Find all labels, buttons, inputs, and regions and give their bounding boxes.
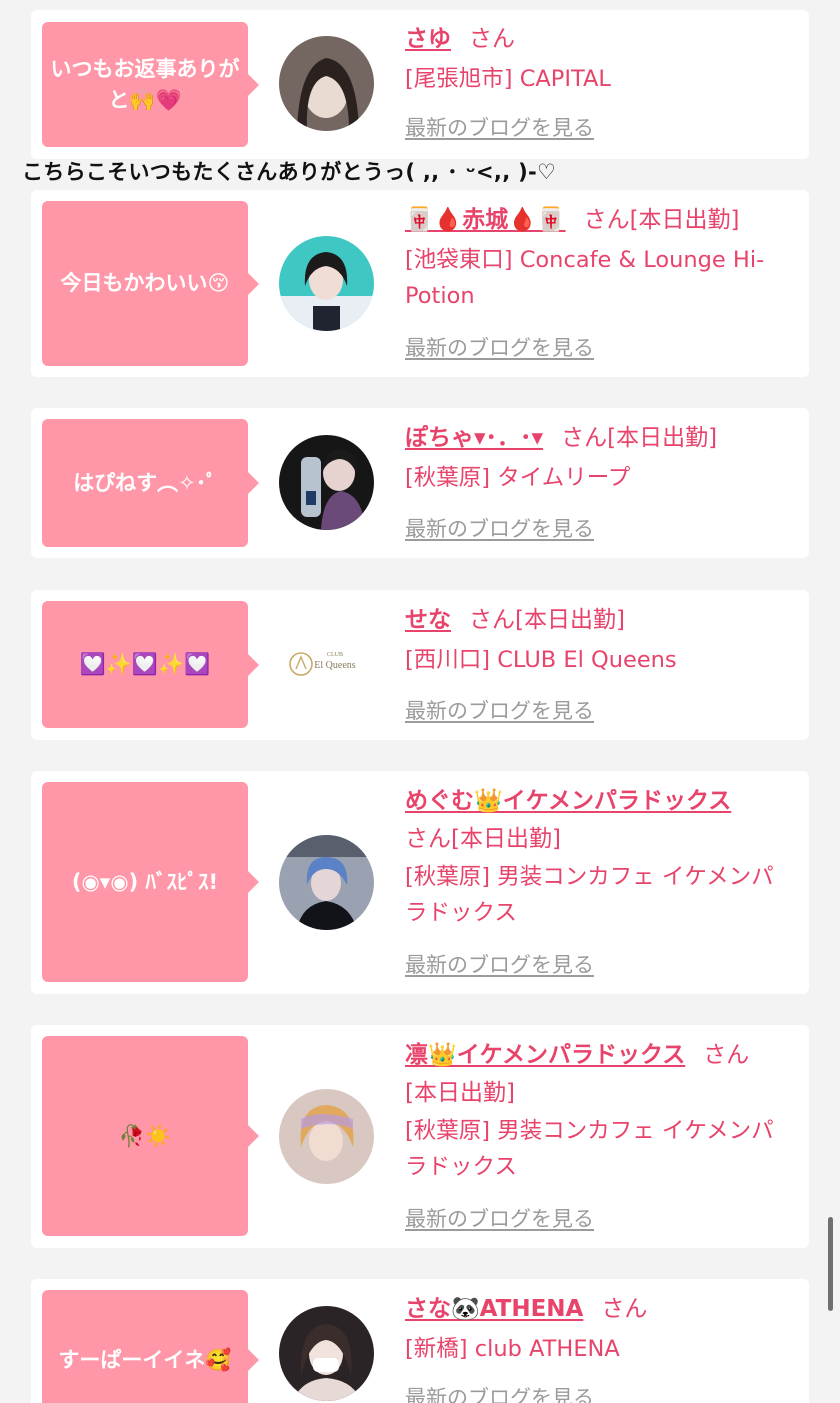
card-info: さな🐼ATHENA さん [新橋] club ATHENA <box>405 1291 791 1367</box>
avatar[interactable] <box>279 236 374 331</box>
card-info: 凛👑イケメンパラドックス さん [本日出勤] [秋葉原] 男装コンカフェ イケメン… <box>405 1037 791 1185</box>
message-bubble: (◉▾◉) ﾊﾞｽﾋﾟｽ! <box>42 782 259 982</box>
name-line: さゆ さん <box>405 21 791 57</box>
message-text: (◉▾◉) ﾊﾞｽﾋﾟｽ! <box>71 869 219 894</box>
name-line: ぽちゃ▾･．･▾ さん[本日出勤] <box>405 420 791 456</box>
card-info: ぽちゃ▾･．･▾ さん[本日出勤] [秋葉原] タイムリープ <box>405 420 791 496</box>
avatar-image <box>279 1089 374 1184</box>
message-bubble: 💟✨💟✨💟 <box>42 601 259 728</box>
latest-blog-link[interactable]: 最新のブログを見る <box>405 113 594 143</box>
card-info: せな さん[本日出勤] [西川口] CLUB El Queens <box>405 602 791 678</box>
shop-label: [秋葉原] 男装コンカフェ イケメンパラドックス <box>405 864 774 926</box>
avatar-image <box>279 236 374 331</box>
honorific: さん <box>601 1296 648 1322</box>
page: いつもお返事ありがと🙌💗 さゆ さん [尾張旭市] CAPITAL 最新のブログを… <box>0 0 840 1403</box>
club-logo-text: El Queens <box>314 660 355 671</box>
avatar-image <box>279 835 374 930</box>
name-line: 🀄🩸赤城🩸🀄 さん[本日出勤] <box>405 202 791 238</box>
message-bubble: いつもお返事ありがと🙌💗 <box>42 22 259 147</box>
reply-text: こちらこそいつもたくさんありがとうっ( ,, ･ ᵕ<,, )-♡ <box>22 160 557 184</box>
club-logo-small: CLUB <box>327 652 343 658</box>
club-logo[interactable]: CLUB El Queens <box>279 617 374 712</box>
message-bubble: 🥀☀️ <box>42 1036 259 1236</box>
cast-name-link[interactable]: ぽちゃ▾･．･▾ <box>405 425 543 451</box>
avatar[interactable] <box>279 435 374 530</box>
message-card: 今日もかわいい😚 🀄🩸赤城🩸🀄 さん[本日出勤] [池袋東口] Concafe &… <box>31 190 809 377</box>
cast-name-link[interactable]: 凛👑イケメンパラドックス <box>405 1042 685 1068</box>
latest-blog-link[interactable]: 最新のブログを見る <box>405 1204 594 1234</box>
name-line: せな さん[本日出勤] <box>405 602 791 638</box>
honorific: さん[本日出勤] <box>405 826 561 852</box>
message-bubble: 今日もかわいい😚 <box>42 201 259 366</box>
card-info: 🀄🩸赤城🩸🀄 さん[本日出勤] [池袋東口] Concafe & Lounge H… <box>405 202 791 314</box>
message-card: はぴねす︵✧･ﾟ ぽちゃ▾･．･▾ さん[本日出勤] [秋葉原] タイムリープ 最… <box>31 408 809 558</box>
cast-name-link[interactable]: さな🐼ATHENA <box>405 1296 583 1322</box>
shop-label: [西川口] CLUB El Queens <box>405 647 677 673</box>
cast-name-link[interactable]: さゆ <box>405 26 451 52</box>
club-logo-image: CLUB El Queens <box>279 617 374 712</box>
avatar-image <box>279 435 374 530</box>
cast-name-link[interactable]: めぐむ👑イケメンパラドックス <box>405 788 731 814</box>
message-card: すーぱーイイネ🥰 さな🐼ATHENA さん [新橋] club ATHENA 最新… <box>31 1279 809 1403</box>
avatar-image <box>279 1306 374 1401</box>
honorific-line: さん[本日出勤] <box>405 821 791 857</box>
message-bubble: すーぱーイイネ🥰 <box>42 1290 259 1403</box>
message-card: 🥀☀️ 凛👑イケメンパラドックス さん [本日出勤] [秋葉原] 男装コンカフェ … <box>31 1025 809 1248</box>
avatar[interactable] <box>279 36 374 131</box>
message-text: 今日もかわいい😚 <box>60 271 230 295</box>
message-text: 💟✨💟✨💟 <box>79 652 211 676</box>
cast-name-link[interactable]: せな <box>405 607 451 633</box>
name-line: さな🐼ATHENA さん <box>405 1291 791 1327</box>
honorific: さん[本日出勤] <box>469 607 625 633</box>
name-line: めぐむ👑イケメンパラドックス <box>405 783 791 819</box>
message-text: すーぱーイイネ🥰 <box>58 1347 232 1372</box>
message-text: いつもお返事ありがと🙌💗 <box>50 56 240 112</box>
shop-label: [秋葉原] タイムリープ <box>405 465 631 491</box>
honorific: さん <box>703 1042 750 1068</box>
latest-blog-link[interactable]: 最新のブログを見る <box>405 1383 594 1403</box>
on-duty-status: [本日出勤] <box>405 1080 515 1106</box>
shop-label: [新橋] club ATHENA <box>405 1336 620 1362</box>
shop-label: [秋葉原] 男装コンカフェ イケメンパラドックス <box>405 1118 774 1180</box>
status-line: [本日出勤] <box>405 1075 791 1111</box>
cast-name-link[interactable]: 🀄🩸赤城🩸🀄 <box>405 207 566 233</box>
avatar[interactable] <box>279 835 374 930</box>
honorific: さん <box>469 26 515 52</box>
latest-blog-link[interactable]: 最新のブログを見る <box>405 950 594 980</box>
shop-label: [池袋東口] Concafe & Lounge Hi-Potion <box>405 247 765 309</box>
message-card: いつもお返事ありがと🙌💗 さゆ さん [尾張旭市] CAPITAL 最新のブログを… <box>31 10 809 159</box>
card-info: めぐむ👑イケメンパラドックス さん[本日出勤] [秋葉原] 男装コンカフェ イケ… <box>405 783 791 931</box>
avatar-image <box>279 36 374 131</box>
honorific: さん[本日出勤] <box>583 207 740 233</box>
message-text: はぴねす︵✧･ﾟ <box>73 470 217 495</box>
scrollbar[interactable] <box>828 1217 833 1311</box>
message-card: 💟✨💟✨💟 CLUB El Queens せな さん[本日出勤] [西川口] CL… <box>31 590 809 740</box>
message-text: 🥀☀️ <box>118 1123 172 1148</box>
shop-label: [尾張旭市] CAPITAL <box>405 66 611 92</box>
latest-blog-link[interactable]: 最新のブログを見る <box>405 333 594 363</box>
latest-blog-link[interactable]: 最新のブログを見る <box>405 514 594 544</box>
name-line: 凛👑イケメンパラドックス さん <box>405 1037 791 1073</box>
avatar[interactable] <box>279 1306 374 1401</box>
latest-blog-link[interactable]: 最新のブログを見る <box>405 696 594 726</box>
honorific: さん[本日出勤] <box>561 425 718 451</box>
card-info: さゆ さん [尾張旭市] CAPITAL <box>405 21 791 97</box>
message-card: (◉▾◉) ﾊﾞｽﾋﾟｽ! めぐむ👑イケメンパラドックス さん[本日出勤] [秋… <box>31 771 809 994</box>
message-bubble: はぴねす︵✧･ﾟ <box>42 419 259 547</box>
avatar[interactable] <box>279 1089 374 1184</box>
